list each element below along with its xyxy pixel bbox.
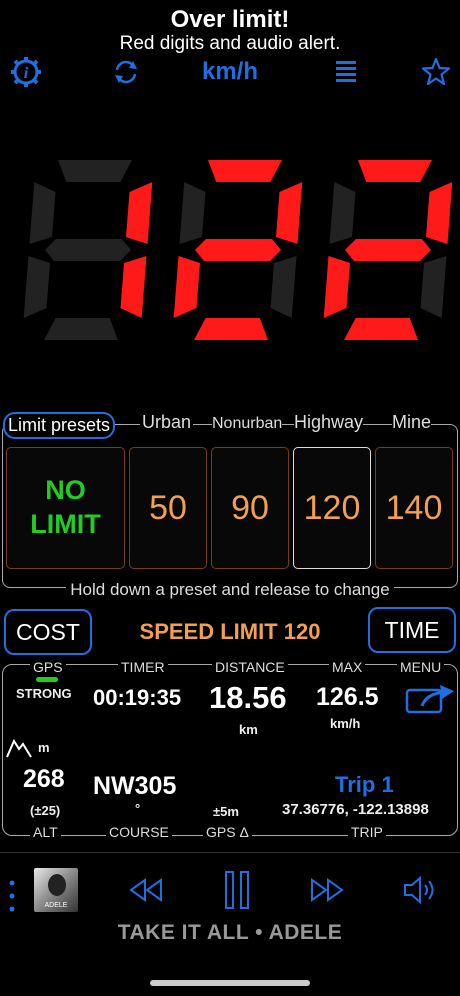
preset-highway[interactable]: 120 [293,447,371,569]
preset-header-highway: Highway [294,412,364,433]
distance-value: 18.56 [209,680,287,715]
speed-digit [173,160,303,340]
segment-d [194,318,268,340]
segment-b [126,182,153,244]
speed-digit [23,160,153,340]
segment-a [58,160,132,182]
segment-e [323,256,350,318]
speed-digit [323,160,453,340]
unit-toggle-button[interactable]: km/h [180,58,280,86]
altitude-unit: m [38,740,50,755]
segment-c [270,256,297,318]
segment-b [426,182,453,244]
segment-c [420,256,447,318]
preset-mine[interactable]: 140 [375,447,453,569]
rewind-icon[interactable] [126,870,166,910]
time-button[interactable]: TIME [368,607,456,653]
home-indicator[interactable] [150,980,310,986]
timer-label: TIMER [118,659,168,675]
segment-d [344,318,418,340]
altitude-accuracy: (±25) [30,803,61,818]
segment-f [179,182,206,244]
preset-hint: Hold down a preset and release to change [0,580,460,600]
trip-name[interactable]: Trip 1 [335,772,394,798]
more-icon[interactable] [8,878,16,919]
segment-g [195,239,281,261]
alert-subtitle: Red digits and audio alert. [119,33,341,54]
distance-unit: km [239,722,258,737]
segment-e [173,256,200,318]
segment-g [45,239,131,261]
gps-signal-bar [36,677,58,682]
max-label: MAX [329,659,366,675]
preset-urban[interactable]: 50 [129,447,207,569]
info-gear-icon[interactable]: i [8,54,44,90]
svg-text:i: i [24,65,29,82]
share-icon[interactable] [404,682,456,721]
preset-header-nonurban: Nonurban [212,415,283,433]
segment-f [29,182,56,244]
speed-display [23,160,453,340]
gps-label: GPS [30,659,66,675]
segment-d [44,318,118,340]
segment-b [276,182,303,244]
volume-icon[interactable] [400,870,440,910]
segment-g [345,239,431,261]
gps-delta-label: GPS Δ [203,824,252,840]
course-unit: ° [135,801,141,816]
altitude-icon [6,737,32,764]
distance-label: DISTANCE [212,659,288,675]
timer-value[interactable]: 00:19:35 [93,685,181,711]
divider [0,852,460,853]
speed-limit-label: SPEED LIMIT 120 [139,619,321,644]
max-value: 126.5 [316,683,379,711]
preset-header-urban: Urban [140,412,194,433]
pause-icon[interactable] [222,870,252,910]
course-value: NW305 [93,772,177,800]
gps-delta-value: ±5m [213,804,239,819]
refresh-icon[interactable] [108,54,144,90]
segment-f [329,182,356,244]
segment-a [208,160,282,182]
limit-presets-label[interactable]: Limit presets [3,412,116,439]
list-icon[interactable] [328,54,364,90]
segment-e [23,256,50,318]
trip-label: TRIP [348,824,386,840]
gps-strength: STRONG [16,686,72,701]
segment-c [120,256,147,318]
alt-label: ALT [30,824,61,840]
album-art[interactable]: ADELE [34,868,78,912]
trip-coordinates: 37.36776, -122.13898 [282,801,429,818]
star-icon[interactable] [418,54,454,90]
preset-nonurban[interactable]: 90 [211,447,289,569]
cost-button[interactable]: COST [4,609,92,655]
alert-title: Over limit! [170,6,290,33]
course-label: COURSE [106,824,172,840]
max-unit: km/h [330,716,361,731]
fast-forward-icon[interactable] [307,870,347,910]
menu-label: MENU [397,659,445,675]
preset-no-limit[interactable]: NO LIMIT [6,447,125,569]
altitude-value: 268 [23,765,65,793]
preset-header-mine: Mine [392,412,432,433]
now-playing-title: TAKE IT ALL • ADELE [117,921,343,944]
segment-a [358,160,432,182]
